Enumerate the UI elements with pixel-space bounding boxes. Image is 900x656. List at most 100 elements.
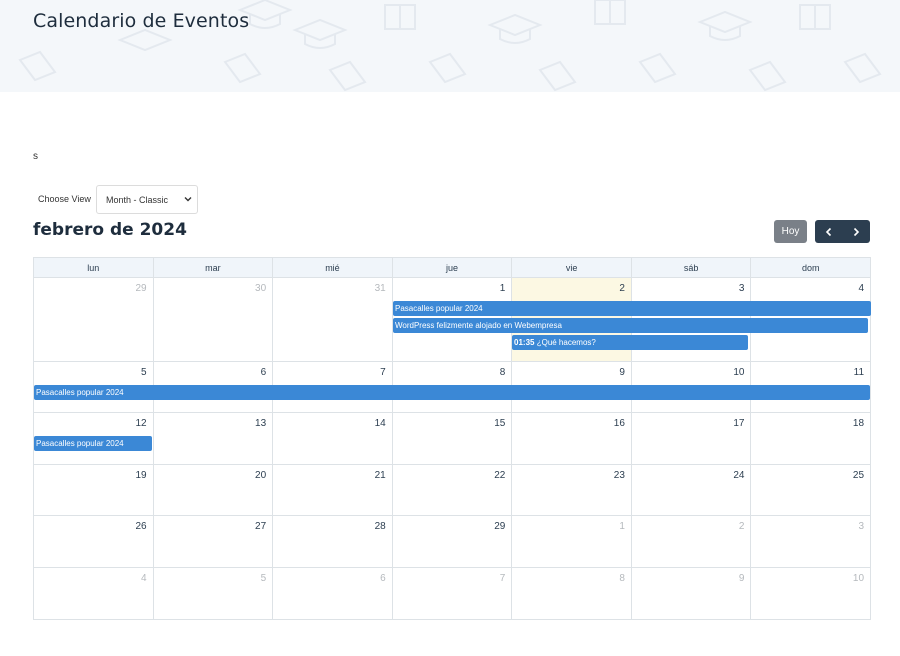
calendar-day-cell[interactable]: 29 [34,278,154,361]
calendar-event[interactable]: Pasacalles popular 2024 [34,436,152,451]
dow-header: vie [512,258,632,277]
day-number[interactable]: 4 [858,283,864,294]
calendar-event[interactable]: WordPress felizmente alojado en Webempre… [393,318,868,333]
calendar-day-cell[interactable]: 29 [393,516,513,567]
day-number[interactable]: 18 [853,418,864,429]
day-number[interactable]: 7 [500,573,506,584]
calendar-day-cell[interactable]: 15 [393,413,513,464]
calendar-day-cell[interactable]: 5 [154,568,274,620]
day-number[interactable]: 16 [614,418,625,429]
day-number[interactable]: 1 [619,521,625,532]
day-number[interactable]: 25 [853,470,864,481]
month-calendar: lun mar mié jue vie sáb dom 29 30 31 1 2 3 4 5 6… [33,257,871,620]
calendar-day-cell[interactable]: 1 [512,516,632,567]
calendar-day-cell[interactable]: 10 [751,568,870,620]
calendar-day-cell[interactable]: 21 [273,465,393,515]
calendar-day-cell[interactable]: 25 [751,465,870,515]
today-button[interactable]: Hoy [774,220,807,243]
chevron-left-icon [825,227,831,236]
day-number[interactable]: 11 [854,367,864,378]
day-number[interactable]: 15 [494,418,505,429]
calendar-day-cell[interactable]: 9 [632,568,752,620]
calendar-day-cell[interactable]: 13 [154,413,274,464]
calendar-day-cell[interactable]: 6 [273,568,393,620]
calendar-day-cell[interactable]: 16 [512,413,632,464]
day-number[interactable]: 9 [739,573,745,584]
day-number[interactable]: 28 [375,521,386,532]
day-number[interactable]: 9 [619,367,625,378]
day-number[interactable]: 5 [141,367,147,378]
day-number[interactable]: 2 [619,283,625,294]
day-number[interactable]: 19 [135,470,146,481]
calendar-day-cell[interactable]: 27 [154,516,274,567]
chevron-down-icon [184,197,192,202]
day-number[interactable]: 21 [375,470,386,481]
day-number[interactable]: 12 [135,418,146,429]
day-number[interactable]: 22 [494,470,505,481]
day-number[interactable]: 30 [255,283,266,294]
choose-view-label: Choose View [38,194,91,204]
calendar-day-cell[interactable]: 18 [751,413,870,464]
month-nav-group [815,220,870,243]
day-number[interactable]: 27 [255,521,266,532]
calendar-day-cell[interactable]: 22 [393,465,513,515]
dow-header: mié [273,258,393,277]
calendar-day-cell[interactable]: 14 [273,413,393,464]
calendar-day-cell[interactable]: 28 [273,516,393,567]
calendar-day-cell[interactable]: 19 [34,465,154,515]
page-title: Calendario de Eventos [33,10,250,32]
day-number[interactable]: 29 [494,521,505,532]
day-number[interactable]: 5 [261,573,267,584]
calendar-week-row: 26 27 28 29 1 2 3 [34,516,870,568]
calendar-day-cell[interactable]: 7 [393,568,513,620]
calendar-day-cell[interactable]: 24 [632,465,752,515]
calendar-event[interactable]: 01:35 ¿Qué hacemos? [512,335,748,350]
event-title: ¿Qué hacemos? [536,338,596,347]
calendar-day-cell[interactable]: 31 [273,278,393,361]
day-number[interactable]: 10 [733,367,744,378]
days-of-week-header: lun mar mié jue vie sáb dom [34,258,870,278]
calendar-event[interactable]: Pasacalles popular 2024 [393,301,871,316]
day-number[interactable]: 31 [375,283,386,294]
view-select[interactable]: Month - Classic [96,185,198,214]
dow-header: jue [393,258,513,277]
day-number[interactable]: 6 [380,573,386,584]
day-number[interactable]: 8 [619,573,625,584]
event-time: 01:35 [514,338,535,347]
calendar-event[interactable]: Pasacalles popular 2024 [34,385,870,400]
day-number[interactable]: 24 [733,470,744,481]
day-number[interactable]: 20 [255,470,266,481]
day-number[interactable]: 13 [255,418,266,429]
day-number[interactable]: 4 [141,573,147,584]
calendar-day-cell[interactable]: 2 [632,516,752,567]
day-number[interactable]: 17 [733,418,744,429]
day-number[interactable]: 29 [135,283,146,294]
day-number[interactable]: 23 [614,470,625,481]
stray-text: s [33,151,38,162]
day-number[interactable]: 3 [739,283,745,294]
calendar-day-cell[interactable]: 26 [34,516,154,567]
calendar-day-cell[interactable]: 8 [512,568,632,620]
calendar-day-cell[interactable]: 20 [154,465,274,515]
calendar-day-cell[interactable]: 3 [751,516,870,567]
day-number[interactable]: 26 [135,521,146,532]
page-header-banner: Calendario de Eventos [0,0,900,92]
day-number[interactable]: 2 [739,521,745,532]
day-number[interactable]: 1 [500,283,506,294]
day-number[interactable]: 7 [380,367,386,378]
calendar-week-row: 19 20 21 22 23 24 25 [34,465,870,516]
day-number[interactable]: 6 [261,367,267,378]
calendar-day-cell[interactable]: 4 [34,568,154,620]
day-number[interactable]: 14 [375,418,386,429]
calendar-day-cell[interactable]: 23 [512,465,632,515]
calendar-week-row: 4 5 6 7 8 9 10 [34,568,870,620]
day-number[interactable]: 10 [853,573,864,584]
chevron-right-icon [854,227,860,236]
next-month-button[interactable] [843,220,871,243]
day-number[interactable]: 8 [500,367,506,378]
day-number[interactable]: 3 [858,521,864,532]
calendar-day-cell[interactable]: 30 [154,278,274,361]
view-select-value: Month - Classic [106,194,169,205]
prev-month-button[interactable] [815,220,843,243]
calendar-day-cell[interactable]: 17 [632,413,752,464]
